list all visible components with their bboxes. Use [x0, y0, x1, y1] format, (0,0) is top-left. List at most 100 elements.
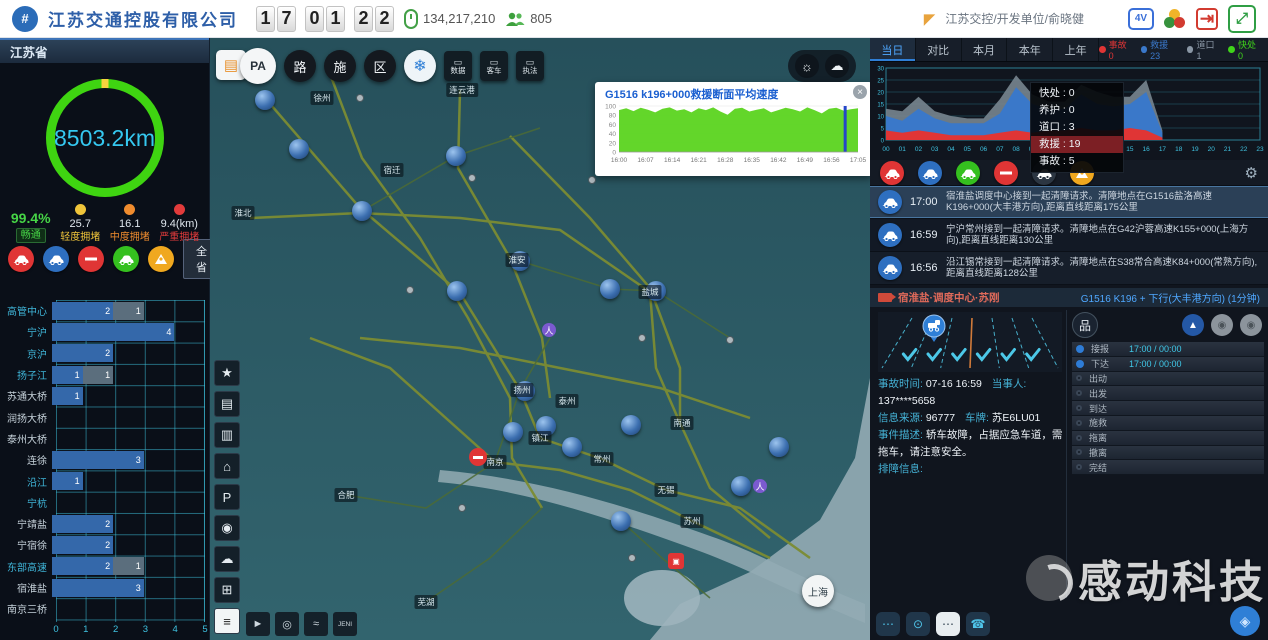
- weather-snow-button[interactable]: ❄: [404, 50, 436, 82]
- logout-icon[interactable]: ⇥: [1196, 8, 1218, 30]
- map-tool-5[interactable]: ◉: [214, 515, 240, 541]
- chat-button-0[interactable]: ⋯: [876, 612, 900, 636]
- menu-button[interactable]: ≡: [214, 608, 240, 634]
- close-icon[interactable]: ×: [853, 85, 867, 99]
- tab-本年[interactable]: 本年: [1007, 38, 1053, 61]
- road-status-button[interactable]: 路: [284, 50, 316, 82]
- bar-row[interactable]: 东部高速21: [0, 556, 210, 577]
- map-tool-0[interactable]: ★: [214, 360, 240, 386]
- radar-marker[interactable]: [769, 437, 789, 457]
- closure-icon[interactable]: [78, 246, 104, 272]
- chat-button-2[interactable]: ⋯: [936, 612, 960, 636]
- camera-marker[interactable]: [628, 554, 636, 562]
- bar-row[interactable]: 泰州大桥: [0, 428, 210, 449]
- chat-button-3[interactable]: ☎: [966, 612, 990, 636]
- alert-icon[interactable]: ◤: [924, 10, 936, 28]
- data-button[interactable]: ▭数据: [444, 51, 472, 81]
- dispatch-location[interactable]: G1516 K196 + 下行(大丰港方向) (1分钟): [1081, 290, 1260, 305]
- map-tool-2[interactable]: ▥: [214, 422, 240, 448]
- accident-icon[interactable]: [880, 161, 904, 185]
- bar-row[interactable]: 宁沪4: [0, 321, 210, 342]
- company-logo-icon[interactable]: ▲: [1182, 314, 1204, 336]
- tow-truck-icon[interactable]: [878, 223, 902, 247]
- org-chart-icon[interactable]: 品: [1072, 312, 1098, 338]
- event-row[interactable]: 16:56沿江锡常接到一起清障请求。清障地点在S38常合高速K84+000(常熟…: [870, 252, 1268, 285]
- tab-上年[interactable]: 上年: [1053, 38, 1099, 61]
- bar-row[interactable]: 高管中心21: [0, 300, 210, 321]
- tow-truck-icon[interactable]: [918, 161, 942, 185]
- person-marker[interactable]: 人: [753, 479, 767, 493]
- person-marker[interactable]: 人: [542, 323, 556, 337]
- camera-marker[interactable]: [458, 504, 466, 512]
- map-plugin-1[interactable]: ◎: [275, 612, 299, 636]
- bar-row[interactable]: 宁靖盐2: [0, 513, 210, 534]
- radar-marker[interactable]: [621, 415, 641, 435]
- closure-marker[interactable]: [469, 448, 487, 466]
- radar-marker[interactable]: [562, 437, 582, 457]
- bar-row[interactable]: 润扬大桥: [0, 407, 210, 428]
- region-button[interactable]: 区: [364, 50, 396, 82]
- radar-marker[interactable]: [611, 511, 631, 531]
- map-canvas[interactable]: 人人徐州连云港宿迁淮北淮安盐城扬州泰州南通镇江南京常州无锡苏州合肥芜湖▣上海 ▤…: [210, 38, 870, 640]
- shanghai-button[interactable]: 上海: [802, 575, 834, 607]
- closure-icon[interactable]: [994, 161, 1018, 185]
- bar-row[interactable]: 京沪2: [0, 343, 210, 364]
- camera-marker[interactable]: [356, 94, 364, 102]
- radar-marker[interactable]: [600, 279, 620, 299]
- bar-row[interactable]: 宁宿徐2: [0, 534, 210, 555]
- gear-icon[interactable]: ⚙: [1245, 164, 1258, 182]
- badge-icon-1[interactable]: ◉: [1211, 314, 1233, 336]
- radar-marker[interactable]: [352, 201, 372, 221]
- bar-row[interactable]: 南京三桥: [0, 598, 210, 619]
- radar-marker[interactable]: [503, 422, 523, 442]
- apps-grid-icon[interactable]: [1094, 7, 1118, 31]
- event-row[interactable]: 16:59宁沪常州接到一起清障请求。清障地点在G42沪蓉高速K155+000(上…: [870, 219, 1268, 252]
- radar-marker[interactable]: [731, 476, 751, 496]
- bus-button[interactable]: ▭客车: [480, 51, 508, 81]
- tab-本月[interactable]: 本月: [962, 38, 1008, 61]
- radar-marker[interactable]: [447, 281, 467, 301]
- theme-palette-icon[interactable]: [1164, 9, 1186, 29]
- camera-marker[interactable]: [588, 176, 596, 184]
- map-plugin-0[interactable]: ►: [246, 612, 270, 636]
- construction-button[interactable]: 施: [324, 50, 356, 82]
- pa-button[interactable]: PA: [240, 48, 276, 84]
- camera-marker[interactable]: [726, 336, 734, 344]
- event-row[interactable]: 17:00宿淮盐调度中心接到一起清障请求。清障地点在G1516盐洛高速K196+…: [870, 186, 1268, 219]
- map-tool-7[interactable]: ⊞: [214, 577, 240, 603]
- user-path[interactable]: 江苏交控/开发单位/俞晓健: [945, 10, 1084, 27]
- main-action-button[interactable]: ◈: [1230, 606, 1260, 636]
- tab-对比[interactable]: 对比: [916, 38, 962, 61]
- tab-当日[interactable]: 当日: [870, 38, 916, 61]
- weather-cloud-icon[interactable]: ☁: [825, 54, 849, 78]
- tow-truck-icon[interactable]: [43, 246, 69, 272]
- bar-row[interactable]: 苏通大桥1: [0, 385, 210, 406]
- radar-marker[interactable]: [255, 90, 275, 110]
- enforce-button[interactable]: ▭执法: [516, 51, 544, 81]
- badge-icon-2[interactable]: ◉: [1240, 314, 1262, 336]
- map-tool-1[interactable]: ▤: [214, 391, 240, 417]
- accident-icon[interactable]: [8, 246, 34, 272]
- camera-marker[interactable]: [638, 334, 646, 342]
- bar-row[interactable]: 沿江1: [0, 470, 210, 491]
- tow-truck-icon[interactable]: [878, 190, 902, 214]
- map-tool-4[interactable]: P: [214, 484, 240, 510]
- chat-button-1[interactable]: ⊙: [906, 612, 930, 636]
- map-tool-3[interactable]: ⌂: [214, 453, 240, 479]
- accident-marker[interactable]: ▣: [668, 553, 684, 569]
- tow-truck-icon[interactable]: [878, 256, 902, 280]
- weather-sun-cloud-icon[interactable]: ☼: [795, 54, 819, 78]
- bar-row[interactable]: 宁杭: [0, 492, 210, 513]
- 4v-badge-icon[interactable]: 4V: [1128, 8, 1154, 30]
- map-plugin-3[interactable]: JENI: [333, 612, 357, 636]
- camera-marker[interactable]: [468, 174, 476, 182]
- construction-icon[interactable]: [148, 246, 174, 272]
- radar-marker[interactable]: [289, 139, 309, 159]
- camera-marker[interactable]: [406, 286, 414, 294]
- clear-icon[interactable]: [113, 246, 139, 272]
- radar-marker[interactable]: [446, 146, 466, 166]
- bar-row[interactable]: 扬子江11: [0, 364, 210, 385]
- map-tool-6[interactable]: ☁: [214, 546, 240, 572]
- clear-icon[interactable]: [956, 161, 980, 185]
- bar-row[interactable]: 宿淮盐3: [0, 577, 210, 598]
